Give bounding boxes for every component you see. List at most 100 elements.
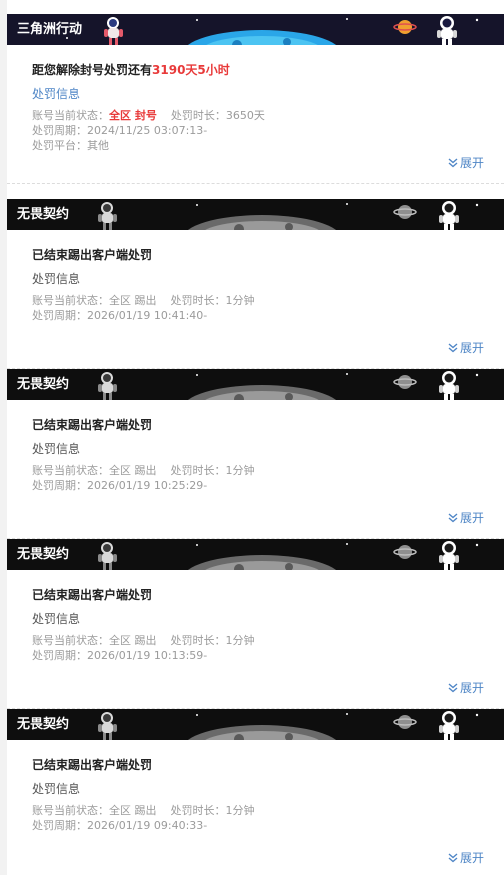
banner-illustration — [98, 201, 479, 230]
status-line: 账号当前状态：全区 踢出 处罚时长：1分钟 — [32, 463, 484, 478]
status-line: 账号当前状态：全区 封号 处罚时长：3650天 — [32, 108, 484, 123]
double-chevron-down-icon — [448, 158, 458, 168]
punishment-record-card: 无畏契约 已结束踢出客户端处罚 处罚信息 账号当前状态：全区 踢出 处罚时长：1分… — [7, 199, 504, 369]
duration-value: 1分钟 — [225, 464, 255, 477]
status-line: 账号当前状态：全区 踢出 处罚时长：1分钟 — [32, 293, 484, 308]
banner-illustration — [98, 541, 479, 570]
period-value: 2024/11/25 03:07:13- — [87, 124, 208, 137]
period-value: 2026/01/19 09:40:33- — [87, 819, 208, 832]
period-value: 2026/01/19 10:25:29- — [87, 479, 208, 492]
headline-prefix: 距您解除封号处罚还有 — [32, 63, 153, 77]
game-banner: 无畏契约 — [7, 709, 504, 740]
record-headline: 距您解除封号处罚还有3190天5小时 — [32, 62, 484, 78]
remaining-time: 3190天5小时 — [152, 63, 230, 77]
game-title: 无畏契约 — [17, 547, 70, 562]
game-title: 无畏契约 — [17, 717, 70, 732]
expand-button[interactable]: 展开 — [448, 156, 484, 170]
status-label: 账号当前状态： — [32, 634, 109, 647]
punishment-details: 账号当前状态：全区 踢出 处罚时长：1分钟 处罚周期：2026/01/19 10:… — [32, 463, 484, 494]
double-chevron-down-icon — [448, 513, 458, 523]
status-value: 全区 封号 — [109, 109, 157, 122]
record-headline: 已结束踢出客户端处罚 — [32, 758, 153, 772]
status-label: 账号当前状态： — [32, 294, 109, 307]
expand-label: 展开 — [459, 341, 484, 355]
banner-illustration — [98, 371, 479, 400]
game-banner: 三角洲行动 — [7, 14, 504, 45]
record-divider — [7, 183, 504, 184]
duration-label: 处罚时长： — [170, 109, 226, 122]
double-chevron-down-icon — [448, 853, 458, 863]
duration-label: 处罚时长： — [170, 804, 226, 817]
expand-label: 展开 — [459, 156, 484, 170]
game-title: 三角洲行动 — [17, 22, 83, 37]
game-title: 无畏契约 — [17, 377, 70, 392]
period-label: 处罚周期： — [32, 309, 87, 322]
period-label: 处罚周期： — [32, 479, 87, 492]
expand-label: 展开 — [459, 511, 484, 525]
period-line: 处罚周期：2026/01/19 10:25:29- — [32, 478, 484, 493]
record-content: 距您解除封号处罚还有3190天5小时 处罚信息 账号当前状态：全区 封号 处罚时长… — [32, 62, 484, 152]
duration-value: 1分钟 — [225, 804, 255, 817]
punishment-info-title: 处罚信息 — [32, 272, 81, 286]
punishment-record-page: 三角洲行动 距您解除封号处罚还有3190天5小时 处罚信息 账号当前状态：全区 … — [0, 0, 504, 875]
period-line: 处罚周期：2026/01/19 10:41:40- — [32, 308, 484, 323]
period-label: 处罚周期： — [32, 124, 87, 137]
record-content: 已结束踢出客户端处罚 处罚信息 账号当前状态：全区 踢出 处罚时长：1分钟 处罚周… — [32, 587, 484, 664]
duration-value: 1分钟 — [225, 634, 255, 647]
period-label: 处罚周期： — [32, 649, 87, 662]
record-headline: 已结束踢出客户端处罚 — [32, 588, 153, 602]
status-value: 全区 踢出 — [109, 464, 157, 477]
punishment-details: 账号当前状态：全区 踢出 处罚时长：1分钟 处罚周期：2026/01/19 10:… — [32, 633, 484, 664]
game-banner: 无畏契约 — [7, 539, 504, 570]
expand-button[interactable]: 展开 — [448, 681, 484, 695]
punishment-details: 账号当前状态：全区 封号 处罚时长：3650天 处罚周期：2024/11/25 0… — [32, 108, 484, 152]
punishment-info-title: 处罚信息 — [32, 87, 81, 101]
punishment-record-card: 无畏契约 已结束踢出客户端处罚 处罚信息 账号当前状态：全区 踢出 处罚时长：1分… — [7, 539, 504, 709]
punishment-info-title: 处罚信息 — [32, 442, 81, 456]
period-value: 2026/01/19 10:13:59- — [87, 649, 208, 662]
punishment-info-title: 处罚信息 — [32, 782, 81, 796]
expand-label: 展开 — [459, 851, 484, 865]
punishment-record-card: 无畏契约 已结束踢出客户端处罚 处罚信息 账号当前状态：全区 踢出 处罚时长：1分… — [7, 709, 504, 875]
period-line: 处罚周期：2026/01/19 10:13:59- — [32, 648, 484, 663]
expand-button[interactable]: 展开 — [448, 851, 484, 865]
status-line: 账号当前状态：全区 踢出 处罚时长：1分钟 — [32, 633, 484, 648]
duration-value: 1分钟 — [225, 294, 255, 307]
duration-label: 处罚时长： — [170, 634, 226, 647]
status-value: 全区 踢出 — [109, 634, 157, 647]
expand-button[interactable]: 展开 — [448, 511, 484, 525]
expand-button[interactable]: 展开 — [448, 341, 484, 355]
left-edge-shade — [0, 0, 7, 875]
record-content: 已结束踢出客户端处罚 处罚信息 账号当前状态：全区 踢出 处罚时长：1分钟 处罚周… — [32, 417, 484, 494]
game-banner: 无畏契约 — [7, 369, 504, 400]
platform-line: 处罚平台：其他 — [32, 138, 484, 152]
record-content: 已结束踢出客户端处罚 处罚信息 账号当前状态：全区 踢出 处罚时长：1分钟 处罚周… — [32, 757, 484, 834]
punishment-record-card: 无畏契约 已结束踢出客户端处罚 处罚信息 账号当前状态：全区 踢出 处罚时长：1分… — [7, 369, 504, 539]
duration-label: 处罚时长： — [170, 464, 226, 477]
double-chevron-down-icon — [448, 683, 458, 693]
record-content: 已结束踢出客户端处罚 处罚信息 账号当前状态：全区 踢出 处罚时长：1分钟 处罚周… — [32, 247, 484, 324]
status-label: 账号当前状态： — [32, 804, 109, 817]
punishment-record-card: 三角洲行动 距您解除封号处罚还有3190天5小时 处罚信息 账号当前状态：全区 … — [7, 14, 504, 184]
period-line: 处罚周期：2024/11/25 03:07:13- — [32, 123, 484, 138]
period-line: 处罚周期：2026/01/19 09:40:33- — [32, 818, 484, 833]
game-banner: 无畏契约 — [7, 199, 504, 230]
status-line: 账号当前状态：全区 踢出 处罚时长：1分钟 — [32, 803, 484, 818]
record-headline: 已结束踢出客户端处罚 — [32, 248, 153, 262]
expand-label: 展开 — [459, 681, 484, 695]
punishment-info-title: 处罚信息 — [32, 612, 81, 626]
punishment-details: 账号当前状态：全区 踢出 处罚时长：1分钟 处罚周期：2026/01/19 10:… — [32, 293, 484, 324]
status-value: 全区 踢出 — [109, 294, 157, 307]
record-headline: 已结束踢出客户端处罚 — [32, 418, 153, 432]
double-chevron-down-icon — [448, 343, 458, 353]
status-label: 账号当前状态： — [32, 464, 109, 477]
duration-label: 处罚时长： — [170, 294, 226, 307]
punishment-details: 账号当前状态：全区 踢出 处罚时长：1分钟 处罚周期：2026/01/19 09:… — [32, 803, 484, 834]
platform-label: 处罚平台： — [32, 139, 87, 152]
period-label: 处罚周期： — [32, 819, 87, 832]
status-value: 全区 踢出 — [109, 804, 157, 817]
status-label: 账号当前状态： — [32, 109, 109, 122]
period-value: 2026/01/19 10:41:40- — [87, 309, 208, 322]
platform-value: 其他 — [87, 139, 109, 152]
banner-illustration — [98, 711, 479, 740]
